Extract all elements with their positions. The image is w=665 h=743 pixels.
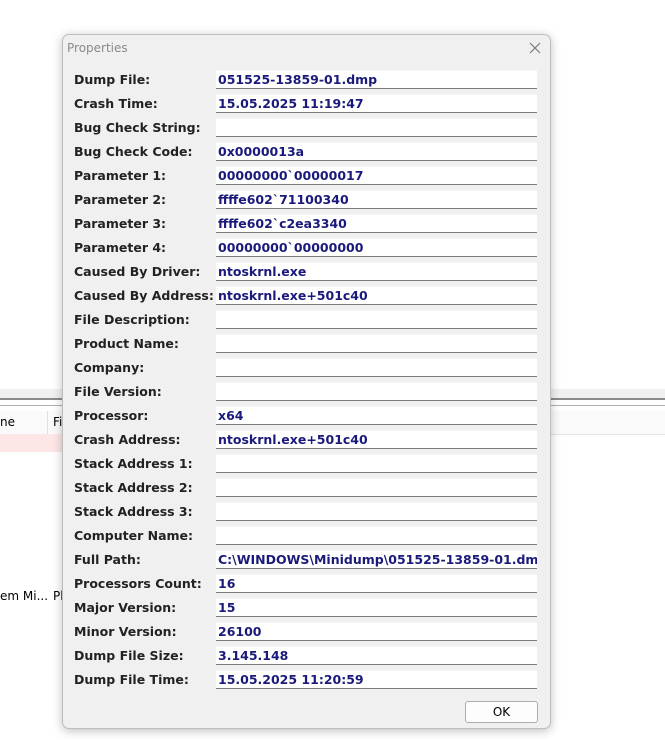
property-value-field[interactable]: ffffe602`c2ea3340 xyxy=(216,214,537,233)
property-row: Dump File Time: 15.05.2025 11:20:59 xyxy=(63,669,552,693)
property-row: Product Name: xyxy=(63,333,552,357)
property-value-field[interactable] xyxy=(216,454,537,473)
column-separator[interactable] xyxy=(47,411,48,434)
property-value-field[interactable]: 16 xyxy=(216,574,537,593)
property-row: Parameter 2: ffffe602`71100340 xyxy=(63,189,552,213)
property-value-field[interactable]: x64 xyxy=(216,406,537,425)
property-label: Stack Address 2: xyxy=(74,480,193,495)
property-label: Caused By Driver: xyxy=(74,264,201,279)
property-value-field[interactable]: 00000000`00000017 xyxy=(216,166,537,185)
property-label: Parameter 3: xyxy=(74,216,167,231)
property-label: Parameter 4: xyxy=(74,240,167,255)
property-label: Stack Address 1: xyxy=(74,456,193,471)
property-row: Processor: x64 xyxy=(63,405,552,429)
property-value-field[interactable]: 051525-13859-01.dmp xyxy=(216,70,537,89)
property-label: Computer Name: xyxy=(74,528,194,543)
property-value-field[interactable]: ffffe602`71100340 xyxy=(216,190,537,209)
property-value-field[interactable]: ntoskrnl.exe xyxy=(216,262,537,281)
close-button[interactable] xyxy=(525,38,545,58)
property-row: Minor Version: 26100 xyxy=(63,621,552,645)
property-value-field[interactable]: 00000000`00000000 xyxy=(216,238,537,257)
property-row: Parameter 3: ffffe602`c2ea3340 xyxy=(63,213,552,237)
property-value-field[interactable] xyxy=(216,118,537,137)
ok-button[interactable]: OK xyxy=(465,701,538,723)
property-row: Major Version: 15 xyxy=(63,597,552,621)
property-row: File Description: xyxy=(63,309,552,333)
property-label: Minor Version: xyxy=(74,624,177,639)
property-label: Product Name: xyxy=(74,336,179,351)
property-value-field[interactable] xyxy=(216,310,537,329)
properties-dialog: Properties Dump File: 051525-13859-01.dmp… xyxy=(62,34,551,729)
property-row: Stack Address 2: xyxy=(63,477,552,501)
property-label: Bug Check Code: xyxy=(74,144,193,159)
property-row: Dump File: 051525-13859-01.dmp xyxy=(63,69,552,93)
property-label: Dump File: xyxy=(74,72,151,87)
property-row: Full Path: C:\WINDOWS\Minidump\051525-138… xyxy=(63,549,552,573)
property-row: Crash Time: 15.05.2025 11:19:47 xyxy=(63,93,552,117)
property-row: File Version: xyxy=(63,381,552,405)
property-row: Computer Name: xyxy=(63,525,552,549)
property-value-field[interactable]: 0x0000013a xyxy=(216,142,537,161)
property-row: Bug Check Code: 0x0000013a xyxy=(63,141,552,165)
property-label: Dump File Size: xyxy=(74,648,184,663)
property-row: Stack Address 1: xyxy=(63,453,552,477)
property-value-field[interactable]: 26100 xyxy=(216,622,537,641)
property-row: Dump File Size: 3.145.148 xyxy=(63,645,552,669)
property-label: Crash Address: xyxy=(74,432,181,447)
property-value-field[interactable] xyxy=(216,478,537,497)
property-row: Parameter 1: 00000000`00000017 xyxy=(63,165,552,189)
property-value-field[interactable] xyxy=(216,526,537,545)
property-value-field[interactable]: C:\WINDOWS\Minidump\051525-13859-01.dmp xyxy=(216,550,537,569)
title-bar[interactable]: Properties xyxy=(63,35,550,61)
property-row: Bug Check String: xyxy=(63,117,552,141)
property-row: Caused By Address: ntoskrnl.exe+501c40 xyxy=(63,285,552,309)
property-row: Company: xyxy=(63,357,552,381)
dialog-title: Properties xyxy=(67,41,128,55)
property-label: Company: xyxy=(74,360,145,375)
property-label: Stack Address 3: xyxy=(74,504,193,519)
property-label: Crash Time: xyxy=(74,96,158,111)
column-header-name[interactable]: ne xyxy=(0,415,15,429)
property-value-field[interactable]: 3.145.148 xyxy=(216,646,537,665)
property-row: Stack Address 3: xyxy=(63,501,552,525)
property-label: Major Version: xyxy=(74,600,177,615)
property-label: Caused By Address: xyxy=(74,288,214,303)
property-label: Parameter 2: xyxy=(74,192,167,207)
property-label: File Description: xyxy=(74,312,190,327)
close-icon xyxy=(529,42,541,54)
property-label: File Version: xyxy=(74,384,162,399)
property-value-field[interactable]: ntoskrnl.exe+501c40 xyxy=(216,430,537,449)
property-value-field[interactable] xyxy=(216,382,537,401)
property-value-field[interactable]: 15.05.2025 11:20:59 xyxy=(216,670,537,689)
property-row: Parameter 4: 00000000`00000000 xyxy=(63,237,552,261)
property-label: Processor: xyxy=(74,408,149,423)
property-label: Bug Check String: xyxy=(74,120,201,135)
property-value-field[interactable] xyxy=(216,334,537,353)
column-header-file[interactable]: Fi xyxy=(53,415,62,429)
property-row: Crash Address: ntoskrnl.exe+501c40 xyxy=(63,429,552,453)
property-value-field[interactable]: 15.05.2025 11:19:47 xyxy=(216,94,537,113)
property-value-field[interactable] xyxy=(216,502,537,521)
property-value-field[interactable] xyxy=(216,358,537,377)
property-label: Full Path: xyxy=(74,552,141,567)
property-label: Dump File Time: xyxy=(74,672,189,687)
property-label: Parameter 1: xyxy=(74,168,167,183)
property-row: Caused By Driver: ntoskrnl.exe xyxy=(63,261,552,285)
selected-list-row[interactable] xyxy=(0,434,70,452)
property-value-field[interactable]: 15 xyxy=(216,598,537,617)
list-cell-text: em Mi... xyxy=(0,589,49,603)
property-row: Processors Count: 16 xyxy=(63,573,552,597)
property-label: Processors Count: xyxy=(74,576,202,591)
property-value-field[interactable]: ntoskrnl.exe+501c40 xyxy=(216,286,537,305)
